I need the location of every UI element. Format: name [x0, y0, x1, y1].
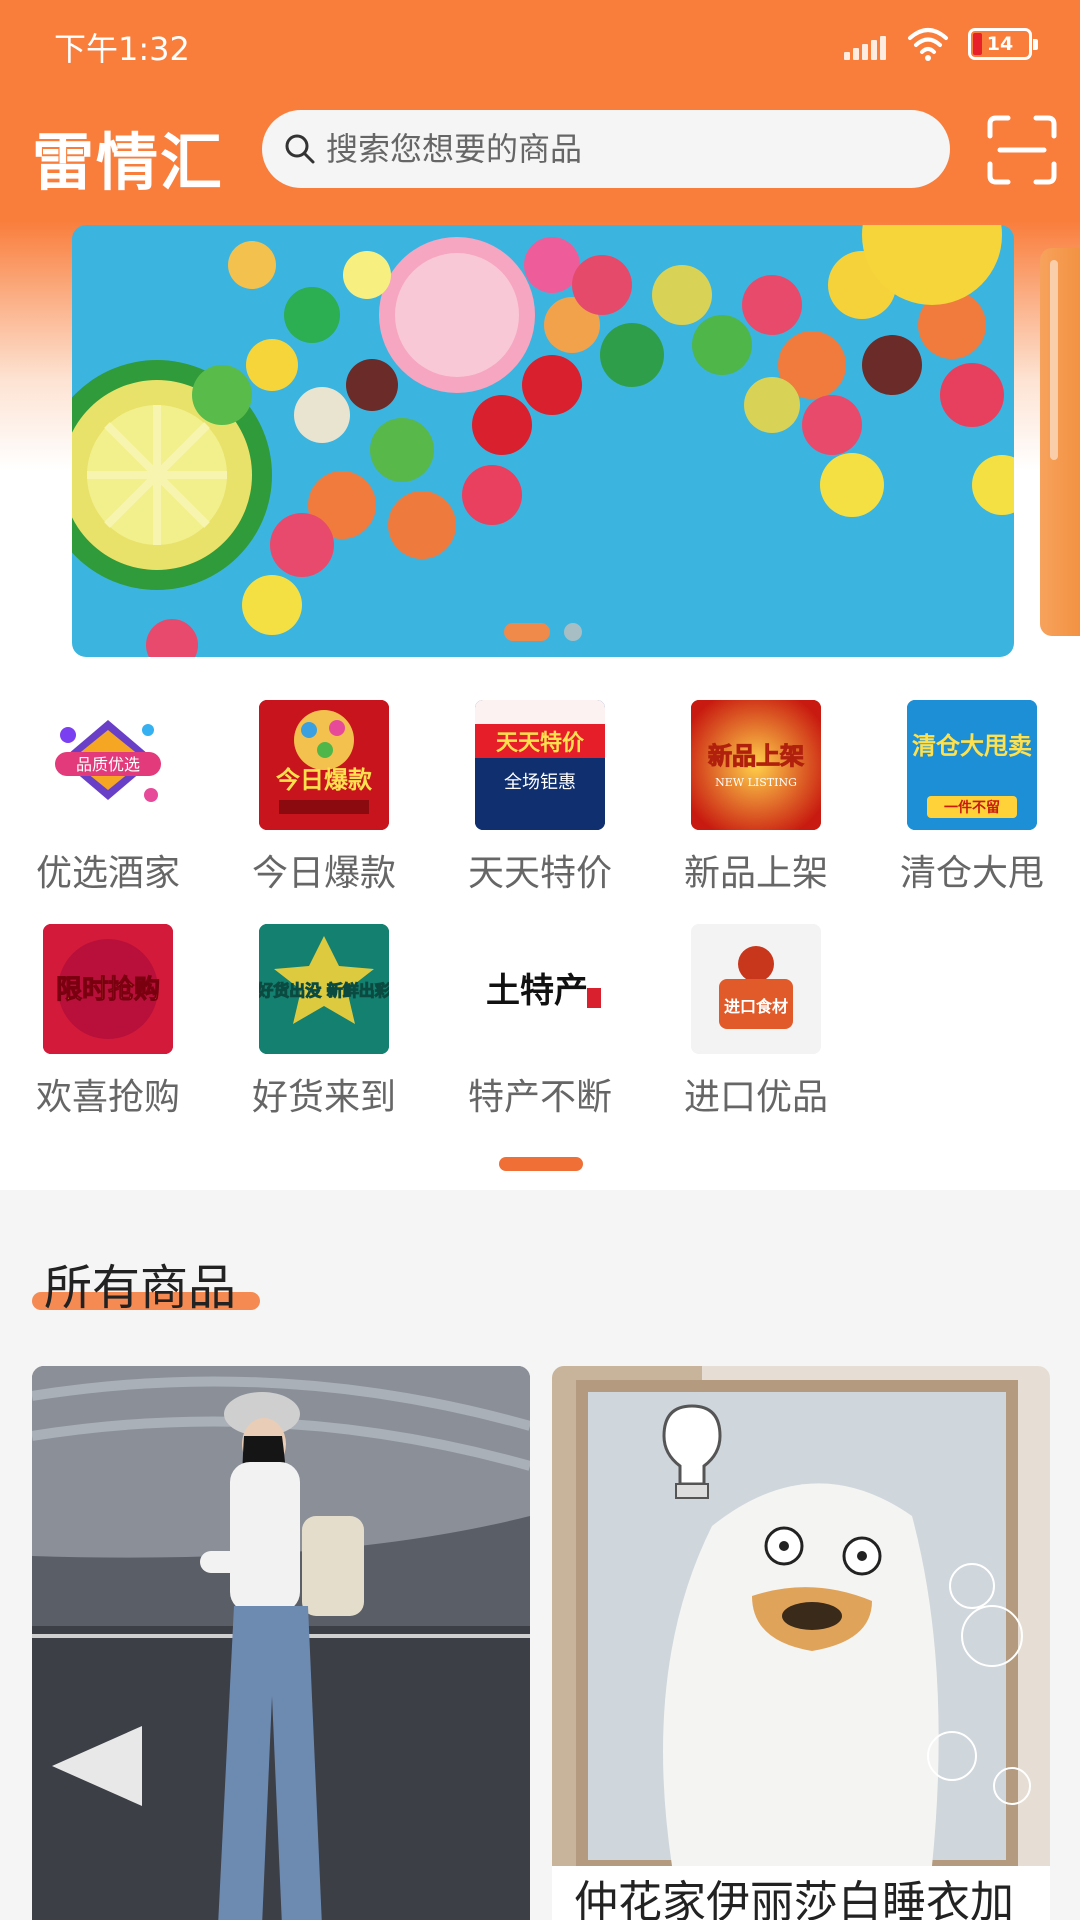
banner-dot-active[interactable]: [504, 623, 550, 641]
category-label: 新品上架: [683, 853, 828, 894]
category-item-xinpin[interactable]: 新品上架 NEW LISTING 新品上架: [648, 700, 864, 896]
app-header: 雷情汇: [0, 100, 1080, 200]
next-banner-peek[interactable]: [1040, 248, 1080, 636]
local-specialty-icon: 土特产: [475, 924, 605, 1054]
category-icon-text: 进口食材: [724, 997, 788, 1016]
battery-icon: 14: [968, 28, 1038, 60]
hot-items-icon: 今日爆款: [259, 700, 389, 830]
category-icon-text: 品质优选: [76, 755, 140, 774]
category-icon-text: 天天特价: [496, 730, 585, 756]
banner-pagination: [72, 623, 1014, 641]
category-label: 特产不断: [467, 1077, 612, 1118]
promo-banner[interactable]: [72, 225, 1014, 657]
signal-icon: [844, 28, 888, 60]
category-icon-text: 今日爆款: [276, 766, 373, 794]
search-bar[interactable]: [262, 110, 950, 188]
clearance-icon: 清仓大甩卖 一件不留: [907, 700, 1037, 830]
category-label: 欢喜抢购: [35, 1077, 180, 1118]
category-page-indicator: [499, 1157, 583, 1171]
category-icon-text: 土特产: [486, 971, 588, 1011]
search-icon: [285, 134, 315, 164]
category-item-youxuan[interactable]: 品质优选 优选酒家: [0, 700, 216, 896]
scan-icon[interactable]: [984, 112, 1060, 188]
category-label: 今日爆款: [251, 853, 396, 894]
category-label: 清仓大甩: [899, 853, 1044, 894]
category-item-haohuo[interactable]: 好货出没 新鲜出彩 好货来到: [216, 924, 432, 1120]
good-goods-icon: 好货出没 新鲜出彩: [259, 924, 389, 1054]
wifi-icon: [908, 28, 948, 61]
status-bar: 下午1:32 14: [0, 0, 1080, 90]
banner-dot[interactable]: [564, 623, 582, 641]
category-item-jinkou[interactable]: 进口食材 进口优品: [648, 924, 864, 1120]
status-icons: 14: [844, 26, 1038, 62]
category-item-qingcang[interactable]: 清仓大甩卖 一件不留 清仓大甩: [864, 700, 1080, 896]
category-icon-text: 限时抢购: [56, 974, 160, 1005]
category-item-techan[interactable]: 土特产 特产不断: [432, 924, 648, 1120]
product-image: [32, 1366, 530, 1920]
product-title: 仲花家伊丽莎白睡衣加: [574, 1877, 1014, 1920]
category-icon-text: 好货出没 新鲜出彩: [259, 981, 389, 1000]
category-icon-text: 清仓大甩卖: [912, 732, 1032, 760]
category-label: 优选酒家: [35, 853, 180, 894]
product-card[interactable]: [32, 1366, 530, 1920]
status-time: 下午1:32: [54, 30, 190, 68]
app-logo: 雷情汇: [32, 126, 225, 199]
section-title: 所有商品: [44, 1260, 237, 1316]
daily-deals-icon: 天天特价 全场钜惠: [475, 700, 605, 830]
category-icon-subtext: 全场钜惠: [504, 772, 576, 793]
candy-banner-image: [72, 225, 1014, 657]
quality-select-icon: 品质优选: [43, 700, 173, 830]
category-item-baokuan[interactable]: 今日爆款 今日爆款: [216, 700, 432, 896]
search-input[interactable]: [326, 130, 926, 168]
category-item-qianggou[interactable]: 限时抢购 欢喜抢购: [0, 924, 216, 1120]
category-label: 好货来到: [251, 1077, 396, 1118]
category-icon-subtext: 一件不留: [944, 799, 1000, 816]
category-icon-subtext: NEW LISTING: [715, 776, 797, 789]
flash-sale-icon: 限时抢购: [43, 924, 173, 1054]
category-item-tejia[interactable]: 天天特价 全场钜惠 天天特价: [432, 700, 648, 896]
battery-level: 14: [986, 33, 1014, 55]
new-arrivals-icon: 新品上架 NEW LISTING: [691, 700, 821, 830]
category-icon-text: 新品上架: [708, 742, 804, 770]
category-label: 进口优品: [683, 1077, 828, 1118]
category-label: 天天特价: [467, 853, 612, 894]
imported-goods-icon: 进口食材: [691, 924, 821, 1054]
product-card[interactable]: 仲花家伊丽莎白睡衣加: [552, 1366, 1050, 1920]
product-image: [552, 1366, 1050, 1872]
